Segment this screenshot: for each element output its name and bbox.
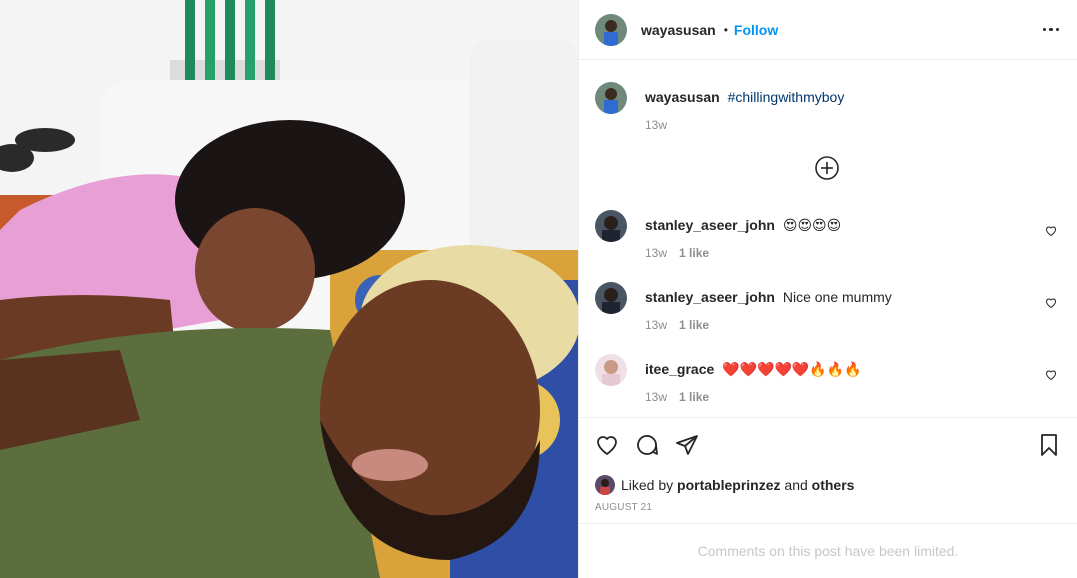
comment-item: itee_grace ❤️❤️❤️❤️❤️🔥🔥🔥 13w 1 like — [595, 354, 1061, 404]
comment-avatar[interactable] — [595, 282, 627, 314]
caption-username[interactable]: wayasusan — [645, 89, 720, 105]
comment-likes[interactable]: 1 like — [679, 318, 709, 332]
separator-dot: • — [723, 22, 728, 37]
caption-hashtag[interactable]: #chillingwithmyboy — [728, 89, 845, 105]
liked-by-others[interactable]: others — [812, 477, 855, 493]
comment-item: stanley_aseer_john 😍😍😍😍 13w 1 like — [595, 210, 1061, 260]
comment-time[interactable]: 13w — [645, 390, 667, 404]
liked-by-user[interactable]: portableprinzez — [677, 477, 780, 493]
comment-likes[interactable]: 1 like — [679, 390, 709, 404]
comment-time[interactable]: 13w — [645, 246, 667, 260]
comments-limited-notice: Comments on this post have been limited. — [579, 523, 1077, 578]
comment-item: stanley_aseer_john Nice one mummy 13w 1 … — [595, 282, 1061, 332]
comment-like-heart-icon[interactable] — [1045, 368, 1057, 384]
liked-by-prefix: Liked by — [621, 477, 674, 493]
comment-avatar[interactable] — [595, 210, 627, 242]
comment-bubble-icon[interactable] — [635, 433, 659, 457]
save-bookmark-icon[interactable] — [1037, 433, 1061, 457]
comment-username[interactable]: stanley_aseer_john — [645, 289, 775, 305]
liked-by: Liked by portableprinzez and others — [579, 472, 1077, 498]
comment-time[interactable]: 13w — [645, 318, 667, 332]
comment-username[interactable]: stanley_aseer_john — [645, 217, 775, 233]
comment-text: Nice one mummy — [782, 289, 892, 305]
load-more-comments-icon[interactable] — [815, 156, 839, 183]
caption-time[interactable]: 13w — [645, 118, 667, 132]
liked-by-avatar[interactable] — [595, 475, 615, 495]
comment-like-heart-icon[interactable] — [1045, 296, 1057, 312]
share-paper-plane-icon[interactable] — [675, 433, 699, 457]
comment-text: 😍😍😍😍 — [782, 217, 842, 233]
comments-area[interactable]: wayasusan #chillingwithmyboy 13w stanley… — [579, 60, 1077, 417]
comment-like-heart-icon[interactable] — [1045, 224, 1057, 240]
caption: wayasusan #chillingwithmyboy 13w — [595, 82, 1061, 132]
author-avatar[interactable] — [595, 13, 627, 46]
more-options-icon[interactable] — [1041, 22, 1062, 38]
post-side-panel: wayasusan • Follow wayasusan #chillingwi… — [578, 0, 1077, 578]
post-actions: Liked by portableprinzez and others AUGU… — [579, 417, 1077, 523]
comment-username[interactable]: itee_grace — [645, 361, 714, 377]
liked-by-joiner: and — [784, 477, 808, 493]
comment-avatar[interactable] — [595, 354, 627, 386]
caption-avatar[interactable] — [595, 82, 627, 114]
comment-likes[interactable]: 1 like — [679, 246, 709, 260]
post-date[interactable]: AUGUST 21 — [579, 498, 1077, 513]
author-username[interactable]: wayasusan — [641, 22, 716, 38]
instagram-post: wayasusan • Follow wayasusan #chillingwi… — [0, 0, 1077, 578]
comment-text: ❤️❤️❤️❤️❤️🔥🔥🔥 — [722, 361, 862, 377]
post-photo[interactable] — [0, 0, 578, 578]
follow-button[interactable]: Follow — [734, 22, 778, 38]
post-header: wayasusan • Follow — [579, 0, 1077, 60]
like-heart-icon[interactable] — [595, 433, 619, 457]
post-image — [0, 0, 578, 578]
